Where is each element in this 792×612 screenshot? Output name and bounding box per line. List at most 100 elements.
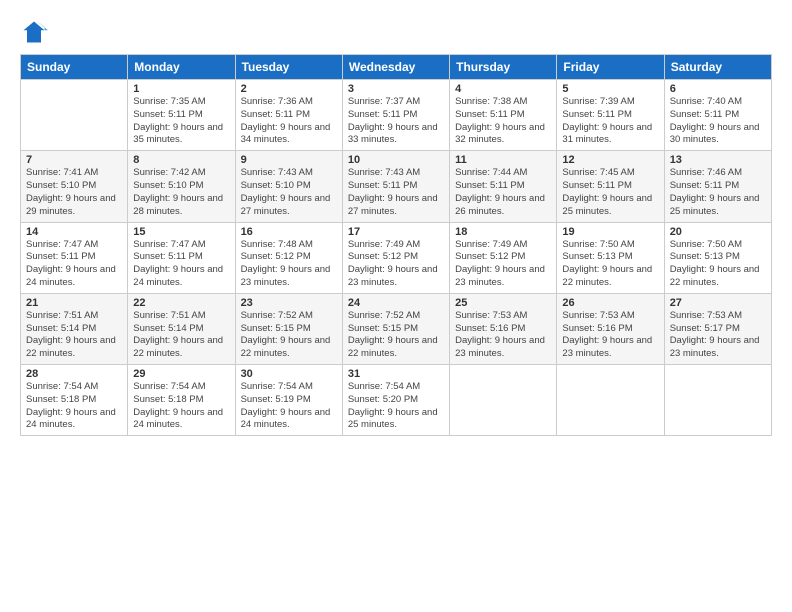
day-cell: 27Sunrise: 7:53 AMSunset: 5:17 PMDayligh… [664, 293, 771, 364]
day-info: Sunrise: 7:37 AMSunset: 5:11 PMDaylight:… [348, 96, 444, 147]
day-cell: 14Sunrise: 7:47 AMSunset: 5:11 PMDayligh… [21, 222, 128, 293]
day-cell: 7Sunrise: 7:41 AMSunset: 5:10 PMDaylight… [21, 151, 128, 222]
day-number: 10 [348, 154, 444, 166]
day-number: 1 [133, 83, 229, 95]
day-number: 6 [670, 83, 766, 95]
day-cell: 13Sunrise: 7:46 AMSunset: 5:11 PMDayligh… [664, 151, 771, 222]
day-cell: 11Sunrise: 7:44 AMSunset: 5:11 PMDayligh… [450, 151, 557, 222]
logo-icon [20, 18, 48, 46]
day-number: 9 [241, 154, 337, 166]
day-cell: 18Sunrise: 7:49 AMSunset: 5:12 PMDayligh… [450, 222, 557, 293]
day-info: Sunrise: 7:43 AMSunset: 5:10 PMDaylight:… [241, 167, 337, 218]
calendar-table: SundayMondayTuesdayWednesdayThursdayFrid… [20, 54, 772, 436]
day-number: 4 [455, 83, 551, 95]
day-cell: 20Sunrise: 7:50 AMSunset: 5:13 PMDayligh… [664, 222, 771, 293]
day-cell: 9Sunrise: 7:43 AMSunset: 5:10 PMDaylight… [235, 151, 342, 222]
day-info: Sunrise: 7:53 AMSunset: 5:16 PMDaylight:… [562, 310, 658, 361]
day-cell: 5Sunrise: 7:39 AMSunset: 5:11 PMDaylight… [557, 80, 664, 151]
day-cell [21, 80, 128, 151]
day-number: 22 [133, 297, 229, 309]
day-cell [664, 365, 771, 436]
week-row-2: 14Sunrise: 7:47 AMSunset: 5:11 PMDayligh… [21, 222, 772, 293]
calendar-header-row: SundayMondayTuesdayWednesdayThursdayFrid… [21, 55, 772, 80]
day-number: 31 [348, 368, 444, 380]
day-number: 29 [133, 368, 229, 380]
day-info: Sunrise: 7:53 AMSunset: 5:16 PMDaylight:… [455, 310, 551, 361]
day-info: Sunrise: 7:47 AMSunset: 5:11 PMDaylight:… [26, 239, 122, 290]
day-info: Sunrise: 7:35 AMSunset: 5:11 PMDaylight:… [133, 96, 229, 147]
day-number: 5 [562, 83, 658, 95]
day-cell: 26Sunrise: 7:53 AMSunset: 5:16 PMDayligh… [557, 293, 664, 364]
day-info: Sunrise: 7:45 AMSunset: 5:11 PMDaylight:… [562, 167, 658, 218]
day-number: 8 [133, 154, 229, 166]
day-cell: 21Sunrise: 7:51 AMSunset: 5:14 PMDayligh… [21, 293, 128, 364]
logo [20, 18, 52, 46]
header-saturday: Saturday [664, 55, 771, 80]
day-number: 25 [455, 297, 551, 309]
day-cell: 1Sunrise: 7:35 AMSunset: 5:11 PMDaylight… [128, 80, 235, 151]
header-friday: Friday [557, 55, 664, 80]
day-number: 27 [670, 297, 766, 309]
day-number: 23 [241, 297, 337, 309]
header-thursday: Thursday [450, 55, 557, 80]
day-cell: 6Sunrise: 7:40 AMSunset: 5:11 PMDaylight… [664, 80, 771, 151]
day-info: Sunrise: 7:43 AMSunset: 5:11 PMDaylight:… [348, 167, 444, 218]
day-info: Sunrise: 7:47 AMSunset: 5:11 PMDaylight:… [133, 239, 229, 290]
day-cell: 17Sunrise: 7:49 AMSunset: 5:12 PMDayligh… [342, 222, 449, 293]
day-number: 18 [455, 226, 551, 238]
day-info: Sunrise: 7:54 AMSunset: 5:18 PMDaylight:… [133, 381, 229, 432]
day-cell: 29Sunrise: 7:54 AMSunset: 5:18 PMDayligh… [128, 365, 235, 436]
header-sunday: Sunday [21, 55, 128, 80]
day-cell: 24Sunrise: 7:52 AMSunset: 5:15 PMDayligh… [342, 293, 449, 364]
day-info: Sunrise: 7:50 AMSunset: 5:13 PMDaylight:… [562, 239, 658, 290]
day-cell: 23Sunrise: 7:52 AMSunset: 5:15 PMDayligh… [235, 293, 342, 364]
day-cell: 15Sunrise: 7:47 AMSunset: 5:11 PMDayligh… [128, 222, 235, 293]
day-cell: 10Sunrise: 7:43 AMSunset: 5:11 PMDayligh… [342, 151, 449, 222]
day-info: Sunrise: 7:54 AMSunset: 5:19 PMDaylight:… [241, 381, 337, 432]
day-number: 3 [348, 83, 444, 95]
day-info: Sunrise: 7:52 AMSunset: 5:15 PMDaylight:… [241, 310, 337, 361]
day-info: Sunrise: 7:41 AMSunset: 5:10 PMDaylight:… [26, 167, 122, 218]
week-row-0: 1Sunrise: 7:35 AMSunset: 5:11 PMDaylight… [21, 80, 772, 151]
day-info: Sunrise: 7:44 AMSunset: 5:11 PMDaylight:… [455, 167, 551, 218]
day-number: 7 [26, 154, 122, 166]
day-cell [557, 365, 664, 436]
day-number: 17 [348, 226, 444, 238]
day-info: Sunrise: 7:36 AMSunset: 5:11 PMDaylight:… [241, 96, 337, 147]
day-number: 12 [562, 154, 658, 166]
header-tuesday: Tuesday [235, 55, 342, 80]
day-number: 21 [26, 297, 122, 309]
day-info: Sunrise: 7:50 AMSunset: 5:13 PMDaylight:… [670, 239, 766, 290]
day-info: Sunrise: 7:53 AMSunset: 5:17 PMDaylight:… [670, 310, 766, 361]
day-number: 13 [670, 154, 766, 166]
day-cell: 3Sunrise: 7:37 AMSunset: 5:11 PMDaylight… [342, 80, 449, 151]
day-number: 30 [241, 368, 337, 380]
day-cell [450, 365, 557, 436]
day-number: 20 [670, 226, 766, 238]
day-cell: 25Sunrise: 7:53 AMSunset: 5:16 PMDayligh… [450, 293, 557, 364]
day-info: Sunrise: 7:52 AMSunset: 5:15 PMDaylight:… [348, 310, 444, 361]
day-info: Sunrise: 7:51 AMSunset: 5:14 PMDaylight:… [26, 310, 122, 361]
day-number: 28 [26, 368, 122, 380]
day-cell: 12Sunrise: 7:45 AMSunset: 5:11 PMDayligh… [557, 151, 664, 222]
day-number: 2 [241, 83, 337, 95]
day-info: Sunrise: 7:49 AMSunset: 5:12 PMDaylight:… [348, 239, 444, 290]
day-info: Sunrise: 7:54 AMSunset: 5:20 PMDaylight:… [348, 381, 444, 432]
day-info: Sunrise: 7:54 AMSunset: 5:18 PMDaylight:… [26, 381, 122, 432]
day-number: 14 [26, 226, 122, 238]
day-cell: 28Sunrise: 7:54 AMSunset: 5:18 PMDayligh… [21, 365, 128, 436]
day-number: 15 [133, 226, 229, 238]
day-info: Sunrise: 7:51 AMSunset: 5:14 PMDaylight:… [133, 310, 229, 361]
day-cell: 19Sunrise: 7:50 AMSunset: 5:13 PMDayligh… [557, 222, 664, 293]
day-info: Sunrise: 7:48 AMSunset: 5:12 PMDaylight:… [241, 239, 337, 290]
day-info: Sunrise: 7:42 AMSunset: 5:10 PMDaylight:… [133, 167, 229, 218]
week-row-4: 28Sunrise: 7:54 AMSunset: 5:18 PMDayligh… [21, 365, 772, 436]
page: SundayMondayTuesdayWednesdayThursdayFrid… [0, 0, 792, 612]
day-number: 24 [348, 297, 444, 309]
day-cell: 31Sunrise: 7:54 AMSunset: 5:20 PMDayligh… [342, 365, 449, 436]
day-cell: 22Sunrise: 7:51 AMSunset: 5:14 PMDayligh… [128, 293, 235, 364]
day-number: 11 [455, 154, 551, 166]
day-number: 16 [241, 226, 337, 238]
header-wednesday: Wednesday [342, 55, 449, 80]
day-info: Sunrise: 7:49 AMSunset: 5:12 PMDaylight:… [455, 239, 551, 290]
